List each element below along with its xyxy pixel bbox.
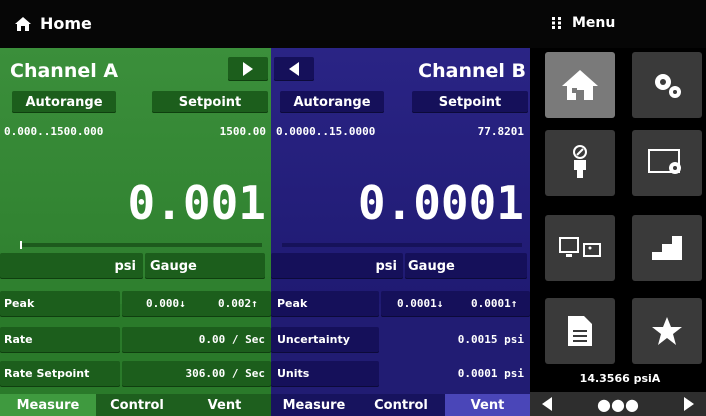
grid-dots-icon	[552, 17, 561, 29]
channel-b-bar	[282, 243, 522, 247]
channel-a-reading: 0.001	[127, 176, 266, 230]
channel-a-bar-marker	[20, 241, 22, 249]
channel-a-setpoint-button[interactable]: Setpoint	[152, 91, 268, 113]
channel-b-prev-button[interactable]	[274, 57, 314, 81]
play-right-icon	[243, 62, 253, 76]
channel-b-tab-vent[interactable]: Vent	[445, 394, 530, 416]
menu-prev-button[interactable]	[530, 392, 564, 416]
channel-a-row-1-v2: 0.002↑	[218, 297, 258, 310]
channel-a-tab-control[interactable]: Control	[96, 394, 178, 416]
channel-a-row-3-label: Rate Setpoint	[4, 367, 90, 380]
channel-b-row-3-label: Units	[277, 367, 310, 380]
document-icon	[568, 316, 592, 346]
channel-b-row-3-v1: 0.0001 psi	[457, 367, 524, 380]
menu-settings-button[interactable]	[632, 52, 702, 118]
barometer-reading: 14.3566 psiA	[579, 372, 661, 385]
channel-a-units[interactable]: psi	[0, 259, 137, 274]
channel-b-tabs: Measure Control Vent	[271, 394, 530, 416]
channel-b-row-2-label: Uncertainty	[277, 333, 350, 346]
menu-page-nav: ●●●	[530, 392, 706, 416]
menu-header: Menu	[552, 15, 615, 31]
channel-a-units-row: psi Gauge	[0, 253, 271, 279]
channel-a-row-2-v1: 0.00 / Sec	[198, 333, 265, 346]
menu-label: Menu	[572, 15, 616, 31]
menu-remote-button[interactable]	[545, 215, 615, 281]
menu-home-button[interactable]	[545, 52, 615, 118]
channel-b-units: psi	[375, 259, 398, 274]
channel-b-range: 0.0000..15.0000	[276, 125, 376, 138]
channel-b-mode: Gauge	[408, 259, 455, 274]
play-left-icon	[289, 62, 299, 76]
pressure-sensor-icon	[573, 145, 587, 178]
home-title: Home	[14, 14, 92, 33]
channel-a-row-1-value-cell: 0.000↓ 0.002↑	[122, 291, 271, 317]
channel-b-row-2-label-cell[interactable]: Uncertainty	[271, 327, 379, 353]
channel-b-row-3-label-cell[interactable]: Units	[271, 361, 379, 387]
channel-b-row-2-v1: 0.0015 psi	[457, 333, 524, 346]
home-icon	[15, 16, 31, 31]
channel-b-reading: 0.0001	[357, 176, 524, 230]
channel-a-row-3-v1: 306.00 / Sec	[185, 367, 265, 380]
channel-a-bar	[20, 243, 262, 247]
channel-a-row-1-label: Peak	[4, 297, 35, 310]
channel-a-row-3-value-cell: 306.00 / Sec	[122, 361, 271, 387]
channel-a-tab-measure[interactable]: Measure	[0, 394, 96, 416]
channel-b-title: Channel B	[418, 60, 526, 82]
menu-display-settings-button[interactable]	[632, 130, 702, 196]
page-indicator-dots: ●●●	[597, 394, 639, 414]
arrow-right-icon	[683, 397, 694, 411]
channel-a-setpoint-value: 1500.00	[219, 125, 266, 138]
channel-a-range: 0.000..1500.000	[4, 125, 104, 138]
channel-a-mode[interactable]: Gauge	[150, 259, 197, 274]
channel-a-tab-vent[interactable]: Vent	[178, 394, 271, 416]
menu-favorites-button[interactable]	[632, 298, 702, 364]
channel-a-tabs: Measure Control Vent	[0, 394, 271, 416]
channel-a-next-button[interactable]	[228, 57, 268, 81]
menu-document-button[interactable]	[545, 298, 615, 364]
channel-b-row-1-label-cell[interactable]: Peak	[271, 291, 379, 317]
channel-b-row-1-v2: 0.0001↑	[471, 297, 518, 310]
page-title: Home	[40, 14, 92, 33]
menu-steps-button[interactable]	[632, 215, 702, 281]
channel-b-row-1-label: Peak	[277, 297, 308, 310]
gears-icon	[655, 74, 681, 98]
channel-a-title: Channel A	[10, 60, 119, 82]
channel-b-autorange-button[interactable]: Autorange	[280, 91, 384, 113]
channel-a-row-2-label-cell[interactable]: Rate	[0, 327, 120, 353]
channel-a-row-2-value-cell: 0.00 / Sec	[122, 327, 271, 353]
channel-b-row-1-v1: 0.0001↓	[397, 297, 444, 310]
channel-a-row-1-v1: 0.000↓	[146, 297, 186, 310]
menu-next-button[interactable]	[672, 392, 706, 416]
channel-b-tab-control[interactable]: Control	[357, 394, 445, 416]
steps-icon	[652, 236, 682, 260]
channel-b-setpoint-value: 77.8201	[477, 125, 524, 138]
remote-connection-icon	[559, 237, 601, 257]
channel-a-row-3-label-cell[interactable]: Rate Setpoint	[0, 361, 120, 387]
channel-b-setpoint-button[interactable]: Setpoint	[412, 91, 528, 113]
star-icon	[652, 317, 682, 345]
home-icon	[562, 70, 598, 100]
channel-a-row-1-label-cell[interactable]: Peak	[0, 291, 120, 317]
menu-sensor-button[interactable]	[545, 130, 615, 196]
channel-b-tab-measure[interactable]: Measure	[271, 394, 357, 416]
channel-b-row-1-value-cell: 0.0001↓ 0.0001↑	[381, 291, 530, 317]
arrow-left-icon	[542, 397, 552, 411]
channel-a-row-2-label: Rate	[4, 333, 33, 346]
display-settings-icon	[648, 149, 681, 174]
channel-a-autorange-button[interactable]: Autorange	[12, 91, 116, 113]
